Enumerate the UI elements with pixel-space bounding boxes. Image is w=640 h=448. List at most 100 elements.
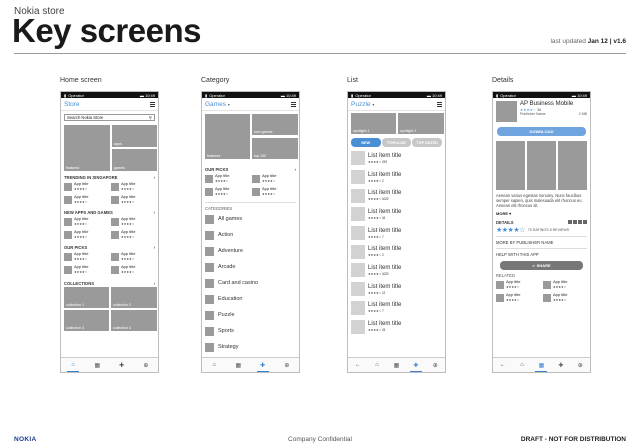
menu-icon[interactable] <box>437 101 442 107</box>
list-item[interactable]: List item title ★★★★☆ 193 <box>348 149 445 168</box>
category-item[interactable]: Puzzle <box>202 307 299 323</box>
category-item[interactable]: Arcade <box>202 259 299 275</box>
screenshot-thumb[interactable] <box>496 141 525 190</box>
email-icon[interactable] <box>578 220 582 224</box>
list-item[interactable]: List item title ★★★★☆ 1020 <box>348 261 445 280</box>
app-title: App title <box>506 292 521 298</box>
tile-top-100[interactable]: top 100 <box>252 138 298 159</box>
back-button[interactable]: ← <box>496 359 510 372</box>
facebook-icon[interactable] <box>568 220 572 224</box>
app-item[interactable]: App title ★★★★☆ <box>111 181 155 192</box>
filter-top-rated[interactable]: TOP RATED <box>412 138 443 147</box>
app-item[interactable]: App title ★★★★☆ <box>111 194 155 205</box>
app-item[interactable]: App title ★★★★☆ <box>64 229 108 240</box>
tab-home[interactable]: ⌂ <box>66 359 80 372</box>
category-item[interactable]: Strategy <box>202 339 299 355</box>
app-item[interactable]: App title ★★★★☆ <box>64 264 108 275</box>
tab-apps[interactable]: ▦ <box>534 359 548 372</box>
tile-featured[interactable]: featured <box>64 125 110 171</box>
tile-new-games[interactable]: new games <box>252 114 298 135</box>
app-item[interactable]: App title ★★★★☆ <box>111 264 155 275</box>
collection-tile[interactable]: collection 4 <box>111 310 157 331</box>
app-item[interactable]: App title ★★★★☆ <box>205 173 249 184</box>
twitter-icon[interactable] <box>573 220 577 224</box>
tab-home[interactable]: ⌂ <box>370 359 384 372</box>
tab-downloads[interactable]: ⊕ <box>428 359 442 372</box>
menu-icon[interactable] <box>291 101 296 107</box>
category-item[interactable]: All games <box>202 211 299 227</box>
app-item[interactable]: App title ★★★★☆ <box>252 186 296 197</box>
app-item[interactable]: App title ★★★★☆ <box>64 181 108 192</box>
app-item[interactable]: App title ★★★★☆ <box>205 186 249 197</box>
list-item[interactable]: List item title ★★★★☆ 15 <box>348 317 445 336</box>
list-item[interactable]: List item title ★★★★☆ 12 <box>348 280 445 299</box>
tab-apps[interactable]: ▦ <box>90 359 104 372</box>
tab-games[interactable]: ✚ <box>115 359 129 372</box>
app-item[interactable]: App title ★★★★☆ <box>64 216 108 227</box>
list-item[interactable]: List item title ★★★★☆ 7 <box>348 299 445 318</box>
app-item[interactable]: App title ★★★★☆ <box>64 194 108 205</box>
collection-tile[interactable]: collection 1 <box>64 287 109 308</box>
category-item[interactable]: Card and casino <box>202 275 299 291</box>
app-item[interactable]: App title ★★★★☆ <box>543 292 587 303</box>
help-heading[interactable]: HELP WITH THIS APP <box>493 250 590 259</box>
back-button[interactable]: ← <box>351 359 365 372</box>
search-icon[interactable]: ⚲ <box>149 115 152 120</box>
more-by-publisher[interactable]: MORE BY PUBLISHER NAME <box>493 238 590 247</box>
tab-home[interactable]: ⌂ <box>515 359 529 372</box>
tab-games[interactable]: ✚ <box>256 359 270 372</box>
tab-downloads[interactable]: ⊕ <box>573 359 587 372</box>
app-item[interactable]: App title ★★★★☆ <box>64 251 108 262</box>
category-item[interactable]: Sports <box>202 323 299 339</box>
download-button[interactable]: DOWNLOAD <box>497 127 586 136</box>
tab-downloads[interactable]: ⊕ <box>139 359 153 372</box>
collection-tile[interactable]: collection 3 <box>64 310 109 331</box>
ratings-row[interactable]: ★★★★☆ 70 RATINGS 8 REVIEWS <box>493 225 590 235</box>
tab-games[interactable]: ✚ <box>409 359 423 372</box>
screenshot-thumb[interactable] <box>558 141 587 190</box>
collection-tile[interactable]: collection 2 <box>111 287 157 308</box>
screenshot-thumb[interactable] <box>527 141 556 190</box>
tab-games[interactable]: ✚ <box>554 359 568 372</box>
category-phone: ▮ Operator ▬ 10:49 Games ▾ featured new g… <box>201 91 300 373</box>
app-name: AP Business Mobile <box>520 101 574 107</box>
app-item[interactable]: App title ★★★★☆ <box>543 279 587 290</box>
social-icons <box>568 220 587 224</box>
app-item[interactable]: App title ★★★★☆ <box>496 292 540 303</box>
link-icon[interactable] <box>583 220 587 224</box>
category-item[interactable]: Action <box>202 227 299 243</box>
tile-featured[interactable]: featured <box>205 114 250 159</box>
tab-downloads[interactable]: ⊕ <box>280 359 294 372</box>
app-item[interactable]: App title ★★★★☆ <box>111 216 155 227</box>
list-dropdown[interactable]: Puzzle ▾ <box>351 101 374 108</box>
tab-home[interactable]: ⌂ <box>207 359 221 372</box>
app-item[interactable]: App title ★★★★☆ <box>111 251 155 262</box>
menu-icon[interactable] <box>150 101 155 107</box>
category-item[interactable]: Adventure <box>202 243 299 259</box>
app-item[interactable]: App title ★★★★☆ <box>496 279 540 290</box>
filter-new[interactable]: NEW <box>351 138 381 147</box>
app-item[interactable]: App title ★★★★☆ <box>111 229 155 240</box>
list-item-title: List item title <box>368 302 402 309</box>
app-item[interactable]: App title ★★★★☆ <box>252 173 296 184</box>
list-item[interactable]: List item title ★★★★☆ 1020 <box>348 186 445 205</box>
list-item[interactable]: List item title ★★★★☆ 2 <box>348 168 445 187</box>
search-input[interactable]: Search Nokia Store ⚲ <box>64 114 155 121</box>
category-thumbnail <box>205 262 214 272</box>
tile-apps[interactable]: apps <box>112 125 157 147</box>
list-item[interactable]: List item title ★★★★☆ 7 <box>348 224 445 243</box>
tile-games[interactable]: games <box>112 149 157 171</box>
list-item[interactable]: List item title ★★★★☆ 16 <box>348 205 445 224</box>
chevron-right-icon: › <box>153 280 155 286</box>
list-item[interactable]: List item title ★★★★☆ 2 <box>348 242 445 261</box>
filter-popular[interactable]: POPULAR <box>381 138 412 147</box>
tab-apps[interactable]: ▦ <box>389 359 403 372</box>
share-button[interactable]: < SHARE <box>500 261 583 270</box>
category-dropdown[interactable]: Games ▾ <box>205 101 230 108</box>
spotlight-tile[interactable]: spotlight 1 <box>351 113 396 134</box>
tab-apps[interactable]: ▦ <box>231 359 245 372</box>
spotlight-tile[interactable]: spotlight 2 <box>398 113 444 134</box>
category-label: Arcade <box>218 264 236 270</box>
more-link[interactable]: MORE ▾ <box>493 211 590 216</box>
category-item[interactable]: Education <box>202 291 299 307</box>
